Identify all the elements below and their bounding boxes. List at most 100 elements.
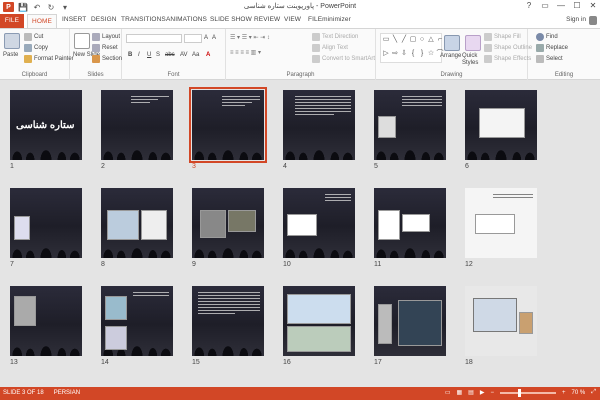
paragraph-label: Paragraph: [286, 72, 315, 78]
char-spacing-button[interactable]: AV: [180, 52, 188, 58]
slide-thumbnail-4[interactable]: [283, 90, 355, 160]
language-indicator[interactable]: PERSIAN: [54, 390, 80, 396]
tab-home[interactable]: HOME: [27, 14, 57, 28]
slide-thumbnail-7[interactable]: [10, 188, 82, 258]
align-text-icon: [312, 44, 320, 52]
replace-button[interactable]: Replace: [536, 44, 568, 52]
slide-thumbnail-1[interactable]: ستاره شناسی: [10, 90, 82, 160]
tab-design[interactable]: DESIGN: [91, 16, 117, 23]
grow-font-icon[interactable]: A: [204, 35, 208, 41]
slide-counter: SLIDE 3 OF 18: [3, 390, 44, 396]
select-button[interactable]: Select: [536, 55, 563, 63]
zoom-level[interactable]: 70 %: [572, 390, 586, 396]
drawing-group: ▭ ╲ ╱ ▢ ○ △ ⌐ ▷ ⇨ ⇩{} ☆ ⌒ Arrange Quick Styles Sha…: [376, 29, 532, 80]
font-color-button[interactable]: A: [206, 52, 210, 58]
tab-view[interactable]: VIEW: [284, 16, 301, 23]
slide-thumbnail-12[interactable]: [465, 188, 537, 258]
underline-button[interactable]: U: [147, 52, 151, 58]
shape-effects-button[interactable]: Shape Effects: [484, 55, 531, 63]
sign-in-link[interactable]: Sign in: [566, 16, 586, 23]
reset-button[interactable]: Reset: [92, 44, 118, 52]
cut-button[interactable]: Cut: [24, 33, 43, 41]
account-icon[interactable]: [589, 16, 597, 25]
shrink-font-icon[interactable]: A: [212, 35, 216, 41]
normal-view-icon[interactable]: ▭: [445, 389, 451, 396]
new-slide-icon[interactable]: [74, 33, 90, 49]
slide-number: 15: [192, 359, 200, 366]
find-button[interactable]: Find: [536, 33, 558, 41]
slide-number-selected: 3: [192, 163, 196, 170]
scissors-icon: [24, 33, 32, 41]
section-button[interactable]: Section: [92, 55, 122, 63]
close-button[interactable]: ✕: [588, 1, 598, 10]
tab-slide-show[interactable]: SLIDE SHOW: [210, 16, 252, 23]
align-text-button[interactable]: Align Text: [312, 44, 348, 52]
slide-thumbnail-5[interactable]: [374, 90, 446, 160]
tab-animations[interactable]: ANIMATIONS: [166, 16, 207, 23]
font-size-box[interactable]: [184, 34, 202, 43]
italic-button[interactable]: I: [138, 52, 140, 58]
bold-button[interactable]: B: [128, 52, 132, 58]
slide-thumbnail-17[interactable]: [374, 286, 446, 356]
format-painter-button[interactable]: Format Painter: [24, 55, 74, 63]
tab-transitions[interactable]: TRANSITIONS: [121, 16, 166, 23]
copy-label: Copy: [34, 45, 49, 51]
minimize-button[interactable]: —: [556, 1, 566, 10]
text-direction-button[interactable]: Text Direction: [312, 33, 358, 41]
replace-label: Replace: [546, 45, 569, 51]
slide-sorter-view-icon[interactable]: ▦: [457, 389, 463, 396]
slide-thumbnail-13[interactable]: [10, 286, 82, 356]
change-case-button[interactable]: Aa: [192, 52, 199, 58]
quick-styles-button[interactable]: Quick Styles: [462, 53, 484, 67]
brush-icon: [24, 55, 32, 63]
shapes-gallery[interactable]: ▭ ╲ ╱ ▢ ○ △ ⌐ ▷ ⇨ ⇩{} ☆ ⌒: [380, 33, 444, 63]
replace-icon: [536, 44, 544, 52]
font-name-box[interactable]: [126, 34, 182, 43]
help-icon[interactable]: ?: [524, 1, 534, 10]
fit-to-window-icon[interactable]: ⤢: [591, 389, 596, 396]
align-icons[interactable]: ≡ ≡ ≡ ≡ ▥ ▾: [230, 49, 261, 56]
ribbon-display-icon[interactable]: ▭: [540, 1, 550, 10]
copy-button[interactable]: Copy: [24, 44, 48, 52]
paste-icon[interactable]: [4, 33, 20, 49]
shape-fill-button[interactable]: Shape Fill: [484, 33, 521, 41]
quick-styles-icon[interactable]: [465, 35, 481, 51]
slide-thumbnail-9[interactable]: [192, 188, 264, 258]
shadow-button[interactable]: S: [156, 52, 160, 58]
section-icon: [92, 55, 100, 63]
tab-fileminimizer[interactable]: FILEminimizer: [308, 16, 351, 23]
arrange-icon[interactable]: [444, 35, 460, 51]
arrange-button[interactable]: Arrange: [440, 53, 461, 59]
slide-thumbnail-3[interactable]: [189, 87, 267, 163]
slide-thumbnail-16[interactable]: [283, 286, 355, 356]
paste-button[interactable]: Paste: [3, 52, 18, 58]
reading-view-icon[interactable]: ▤: [468, 389, 474, 396]
convert-smartart-button[interactable]: Convert to SmartArt: [312, 55, 375, 63]
shape-outline-button[interactable]: Shape Outline: [484, 44, 532, 52]
slide-thumbnail-10[interactable]: [283, 188, 355, 258]
slide-number: 1: [10, 163, 14, 170]
tab-review[interactable]: REVIEW: [254, 16, 280, 23]
bullets-icon[interactable]: ☰ ▾ ☰ ▾ ⇤ ⇥ ↕: [230, 34, 270, 41]
slide-thumbnail-18[interactable]: [465, 286, 537, 356]
slide-thumbnail-11[interactable]: [374, 188, 446, 258]
slide-thumbnail-14[interactable]: [101, 286, 173, 356]
strikethrough-button[interactable]: abc: [165, 52, 175, 58]
slide-thumbnail-8[interactable]: [101, 188, 173, 258]
zoom-out-icon[interactable]: −: [490, 390, 494, 396]
zoom-slider[interactable]: [499, 388, 556, 397]
tab-file[interactable]: FILE: [0, 14, 24, 28]
tab-insert[interactable]: INSERT: [62, 16, 86, 23]
layout-button[interactable]: Layout: [92, 33, 120, 41]
maximize-button[interactable]: ☐: [572, 1, 582, 10]
select-label: Select: [546, 56, 563, 62]
slide-thumbnail-2[interactable]: [101, 90, 173, 160]
slideshow-view-icon[interactable]: ▶: [480, 389, 485, 396]
slide-number: 8: [101, 261, 105, 268]
slide-thumbnail-6[interactable]: [465, 90, 537, 160]
zoom-in-icon[interactable]: +: [562, 390, 566, 396]
find-label: Find: [546, 34, 558, 40]
zoom-slider-knob[interactable]: [517, 388, 521, 397]
slide-thumbnail-15[interactable]: [192, 286, 264, 356]
slide-number: 9: [192, 261, 196, 268]
